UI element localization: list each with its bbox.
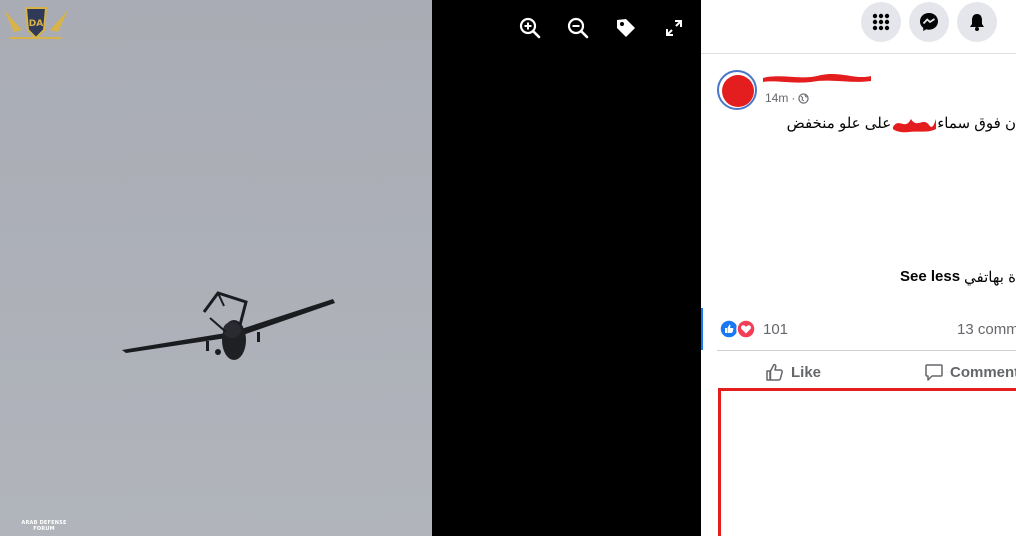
watermark-logo: DA — [4, 7, 68, 40]
post-header: 14m · — [717, 70, 1016, 110]
messenger-icon — [920, 13, 938, 31]
author-name-redaction — [763, 73, 871, 83]
reactions-summary: 101 13 comm — [701, 308, 1016, 350]
comment-label: Comment — [950, 363, 1016, 381]
like-label: Like — [791, 363, 822, 381]
notifications-bell-icon — [970, 14, 984, 31]
fullscreen-icon — [666, 20, 682, 36]
avatar-redaction — [722, 75, 754, 107]
tag-photo-button[interactable] — [602, 14, 650, 42]
post-meta: 14m · — [765, 91, 810, 105]
highlight-box — [718, 388, 1016, 536]
like-button[interactable]: Like — [765, 362, 821, 382]
drone-photo: DA ARAB DEFENSE FORUM — [0, 0, 432, 536]
viewer-toolbar — [506, 14, 698, 42]
menu-grid-icon — [872, 13, 890, 31]
post-text-tail: ة بهاتفي — [964, 269, 1016, 286]
text-redaction — [893, 119, 937, 133]
post-text-line1: ن فوق سماء على علو منخفض — [716, 114, 1016, 133]
top-navigation — [701, 0, 1016, 54]
menu-button[interactable] — [861, 2, 901, 42]
reaction-count[interactable]: 101 — [763, 321, 788, 338]
zoom-in-icon — [519, 17, 541, 39]
post-panel: 14m · ن فوق سماء على علو منخفض See less ة… — [701, 0, 1016, 536]
zoom-in-button[interactable] — [506, 14, 554, 42]
thumbs-up-icon — [766, 363, 783, 381]
post-text-part2: على علو منخفض — [786, 115, 892, 132]
post-text-line2: See less ة بهاتفي — [900, 268, 1016, 286]
messenger-button[interactable] — [909, 2, 949, 42]
see-less-link[interactable]: See less — [900, 268, 960, 286]
meta-separator: · — [791, 91, 796, 105]
watermark-logo-text: DA — [29, 19, 43, 29]
post-actions: Like Comment — [717, 350, 1016, 390]
comment-icon — [925, 364, 943, 381]
zoom-out-button[interactable] — [554, 14, 602, 42]
post-timestamp[interactable]: 14m — [765, 91, 788, 105]
author-avatar[interactable] — [717, 70, 757, 110]
reaction-icons[interactable] — [719, 319, 759, 339]
fullscreen-button[interactable] — [650, 14, 698, 42]
tag-icon — [617, 19, 635, 37]
comment-button[interactable]: Comment — [924, 362, 1016, 382]
globe-icon — [798, 92, 810, 104]
post-text-part1: ن فوق سماء — [937, 115, 1016, 132]
zoom-out-icon — [567, 17, 589, 39]
notifications-button[interactable] — [957, 2, 997, 42]
comment-count[interactable]: 13 comm — [957, 321, 1016, 338]
watermark-text: ARAB DEFENSE FORUM — [21, 520, 67, 532]
drone-illustration — [122, 291, 335, 360]
photo-viewer: DA ARAB DEFENSE FORUM — [0, 0, 701, 536]
